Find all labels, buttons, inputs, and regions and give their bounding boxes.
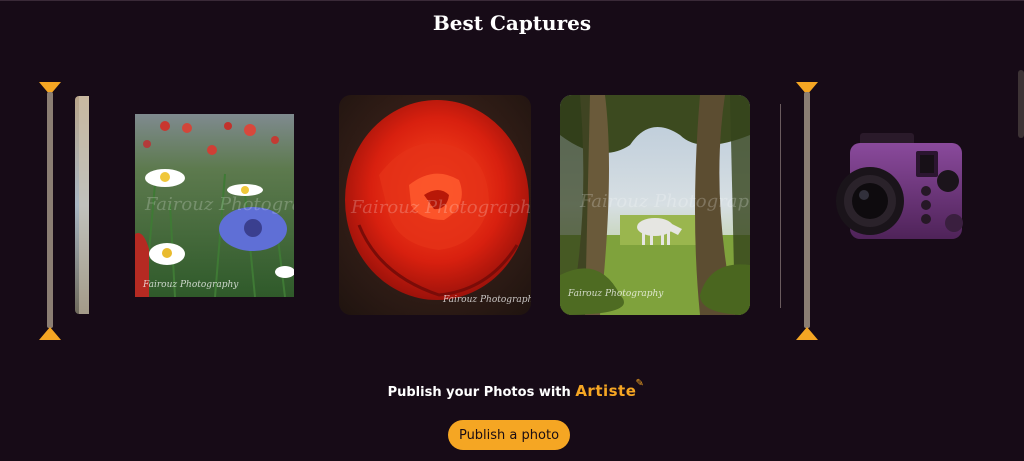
photo-card-horse-forest[interactable]: Fairouz Photography Fairouz Photography [560, 95, 750, 315]
publish-photo-button[interactable]: Publish a photo [448, 420, 570, 450]
wildflowers-image [135, 114, 294, 297]
brand-label: Artiste [575, 382, 637, 400]
partial-photo-image [75, 96, 89, 314]
section-title: Best Captures [432, 11, 592, 35]
horse-forest-image [560, 95, 750, 315]
top-divider [0, 0, 1024, 1]
photo-edge-sliver [780, 104, 781, 308]
carousel-right-handle[interactable] [796, 82, 818, 340]
handle-bar [47, 92, 53, 328]
camera-icon [836, 133, 976, 245]
pencil-icon: ✎ [635, 378, 645, 389]
publish-promo: Publish your Photos with Artiste ✎ [0, 378, 1024, 400]
photo-card-wildflowers[interactable]: Fairouz Photography Fairouz Photography [135, 114, 294, 297]
handle-bottom-cap [39, 327, 61, 340]
handle-bar [804, 92, 810, 328]
photo-card-partial[interactable] [75, 96, 89, 314]
page-scrollbar-thumb[interactable] [1018, 70, 1024, 138]
brand-name: Artiste ✎ [575, 378, 644, 400]
red-rose-image [339, 95, 531, 315]
carousel-left-handle[interactable] [39, 82, 61, 340]
publish-promo-text: Publish your Photos with [387, 385, 571, 400]
handle-bottom-cap [796, 327, 818, 340]
photo-card-red-rose[interactable]: Fairouz Photography Fairouz Photography [339, 95, 531, 315]
